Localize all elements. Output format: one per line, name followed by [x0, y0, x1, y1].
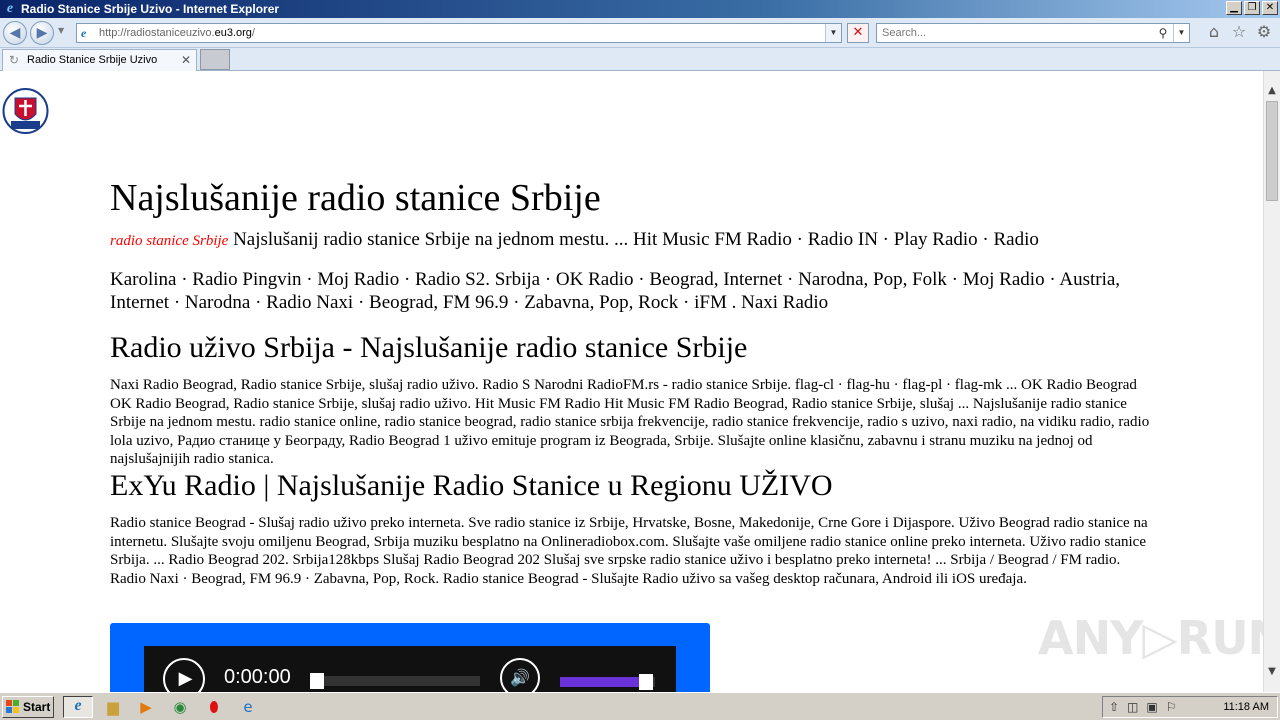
media-player-icon[interactable]: ▶ [131, 696, 161, 718]
audio-player: ▶ 0:00:00 🔊 [110, 623, 710, 692]
edge-icon[interactable]: e [233, 696, 263, 718]
favorites-star-icon[interactable]: ☆ [1229, 22, 1249, 42]
address-prefix: http://radiostaniceuzivo. [99, 27, 215, 39]
internet-explorer-icon: e [6, 1, 14, 16]
radio-stanice-srbije-link[interactable]: radio stanice Srbije [110, 233, 228, 249]
audio-controls: ▶ 0:00:00 🔊 [144, 646, 676, 692]
taskbar: Start e ▆ ▶ ◉ ⬮ e ⇧◫▣⚐ 11:18 AM [0, 692, 1280, 720]
intro-text-1: Najslušanij radio stanice Srbije na jedn… [228, 229, 1039, 250]
recent-pages-dropdown-icon[interactable]: ▼ [58, 26, 64, 35]
search-dropdown-icon[interactable]: ▼ [1173, 24, 1189, 42]
system-tray: ⇧◫▣⚐ 11:18 AM [1102, 696, 1278, 718]
home-icon[interactable]: ⌂ [1204, 22, 1224, 42]
chrome-icon[interactable]: ◉ [165, 696, 195, 718]
back-arrow-icon[interactable]: ◀ [3, 21, 27, 45]
tab-bar: ↻ Radio Stanice Srbije Uzivo ✕ [0, 48, 1280, 71]
page-heading: Najslušanije radio stanice Srbije [110, 177, 601, 219]
volume-fill [560, 677, 641, 687]
start-button[interactable]: Start [2, 696, 54, 718]
loading-spinner-icon: ↻ [9, 53, 20, 67]
section-paragraph-exyu-radio: Radio stanice Beograd - Slušaj radio uži… [110, 515, 1148, 587]
seek-thumb[interactable] [310, 673, 324, 689]
minimize-button[interactable]: ▁ [1226, 1, 1242, 15]
volume-slider[interactable] [560, 674, 655, 690]
forward-arrow-icon[interactable]: ▶ [30, 21, 54, 45]
address-dropdown-icon[interactable]: ▼ [825, 24, 841, 42]
stop-icon[interactable]: ✕ [847, 23, 869, 43]
scroll-thumb[interactable] [1266, 101, 1278, 201]
section-heading-radio-uzivo: Radio uživo Srbija - Najslušanije radio … [110, 331, 748, 364]
start-label: Start [23, 700, 51, 714]
new-tab-button[interactable] [200, 49, 230, 70]
playback-time: 0:00:00 [224, 666, 291, 688]
section-paragraph-radio-uzivo: Naxi Radio Beograd, Radio stanice Srbije… [110, 377, 1150, 467]
intro-paragraph: radio stanice Srbije Najslušanij radio s… [110, 228, 1150, 314]
site-logo-coat-of-arms [2, 88, 49, 134]
play-icon[interactable]: ▶ [163, 658, 205, 692]
tab-label: Radio Stanice Srbije Uzivo [27, 54, 158, 66]
close-tab-icon[interactable]: ✕ [181, 50, 191, 70]
address-suffix: / [251, 27, 255, 39]
search-icon[interactable]: ⚲ [1155, 24, 1171, 42]
search-input[interactable]: Search... ⚲ ▼ [876, 23, 1190, 43]
tools-gear-icon[interactable]: ⚙ [1254, 22, 1274, 42]
intro-line-1: radio stanice Srbije Najslušanij radio s… [110, 228, 1150, 253]
search-placeholder: Search... [882, 27, 927, 39]
tab-radio-stanice[interactable]: ↻ Radio Stanice Srbije Uzivo ✕ [2, 49, 197, 71]
window-title: Radio Stanice Srbije Uzivo - Internet Ex… [21, 2, 280, 16]
section-heading-exyu-radio: ExYu Radio | Najslušanije Radio Stanice … [110, 469, 833, 502]
opera-icon[interactable]: ⬮ [199, 696, 229, 718]
vertical-scrollbar[interactable]: ▲ ▼ [1263, 71, 1280, 692]
address-bar[interactable]: e http://radiostaniceuzivo.eu3.org/ ▼ [76, 23, 842, 43]
address-host: eu3.org [214, 27, 252, 39]
volume-thumb[interactable] [638, 674, 653, 690]
anyrun-watermark: ANY▷RUN [1038, 611, 1263, 665]
scroll-down-arrow-icon[interactable]: ▼ [1264, 664, 1280, 680]
navigation-bar: ◀ ▶ ▼ e http://radiostaniceuzivo.eu3.org/… [0, 18, 1280, 48]
windows-logo-icon [6, 700, 19, 713]
maximize-button[interactable]: ❐ [1244, 1, 1260, 15]
internet-explorer-icon[interactable]: e [63, 696, 93, 718]
volume-speaker-icon[interactable]: 🔊 [500, 658, 540, 692]
page-icon: e [81, 26, 87, 40]
window-title-bar: e Radio Stanice Srbije Uzivo - Internet … [0, 0, 1280, 18]
close-window-button[interactable]: ✕ [1262, 1, 1278, 15]
page-viewport: Najslušanije radio stanice Srbije radio … [0, 71, 1263, 692]
seek-bar[interactable] [310, 673, 480, 689]
tray-icons[interactable]: ⇧◫▣⚐ [1109, 697, 1185, 717]
intro-line-2: Karolina · Radio Pingvin · Moj Radio · R… [110, 269, 1121, 313]
file-explorer-icon[interactable]: ▆ [98, 696, 128, 718]
scroll-up-arrow-icon[interactable]: ▲ [1264, 83, 1280, 99]
clock[interactable]: 11:18 AM [1223, 697, 1269, 717]
